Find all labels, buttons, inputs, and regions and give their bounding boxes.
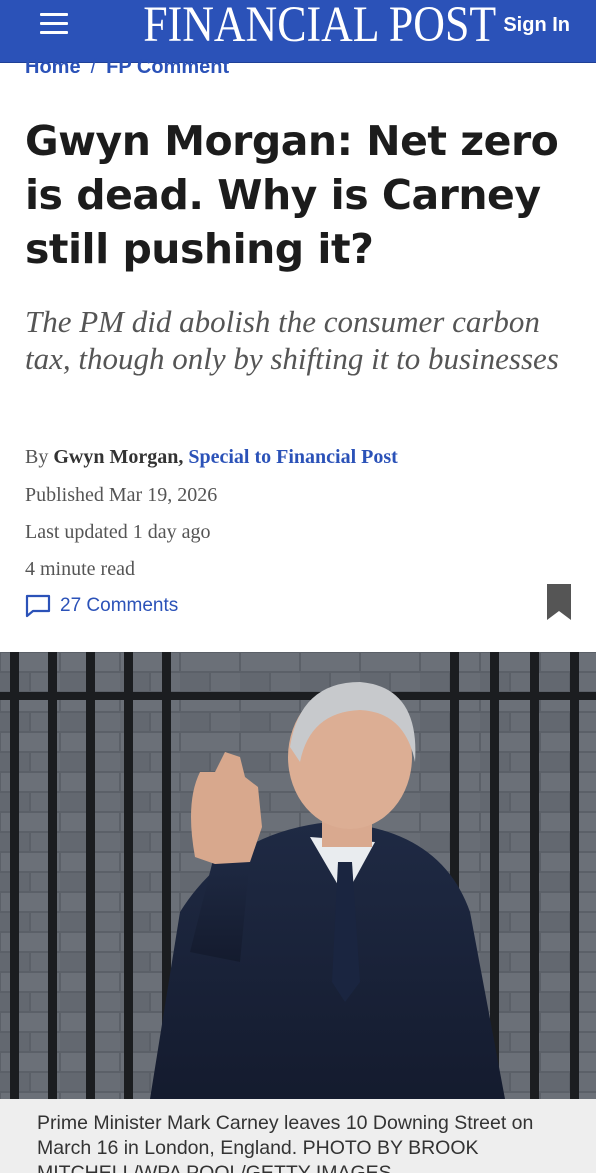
published-date: Published Mar 19, 2026 xyxy=(25,484,218,506)
hamburger-menu-icon[interactable] xyxy=(40,13,68,37)
article-hero-photo[interactable] xyxy=(0,652,596,1099)
breadcrumb: Home / FP Comment xyxy=(25,52,229,78)
byline: By Gwyn Morgan, Special to Financial Pos… xyxy=(25,446,398,469)
author-name: Gwyn Morgan, xyxy=(53,446,184,468)
photo-illustration xyxy=(0,652,596,1099)
bookmark-icon[interactable] xyxy=(546,583,572,626)
breadcrumb-fp-comment-link[interactable]: FP Comment xyxy=(106,56,229,78)
comments-count: 27 Comments xyxy=(60,595,179,616)
read-time: 4 minute read xyxy=(25,558,135,580)
financial-post-logo[interactable]: FINANCIAL POST xyxy=(143,0,496,52)
author-organization-link[interactable]: Special to Financial Post xyxy=(188,446,397,468)
last-updated: Last updated 1 day ago xyxy=(25,521,211,543)
comments-link[interactable]: 27 Comments xyxy=(25,594,178,618)
breadcrumb-home-link[interactable]: Home xyxy=(25,56,81,78)
photo-caption-text: Prime Minister Mark Carney leaves 10 Dow… xyxy=(37,1112,534,1173)
article-headline: Gwyn Morgan: Net zero is dead. Why is Ca… xyxy=(25,117,559,273)
article-subheadline: The PM did abolish the consumer carbon t… xyxy=(25,304,559,376)
sign-in-button[interactable]: Sign In xyxy=(503,14,570,37)
comment-bubble-icon xyxy=(25,594,51,618)
byline-prefix: By xyxy=(25,446,49,468)
breadcrumb-separator: / xyxy=(90,56,97,78)
photo-caption: Prime Minister Mark Carney leaves 10 Dow… xyxy=(0,1099,596,1173)
